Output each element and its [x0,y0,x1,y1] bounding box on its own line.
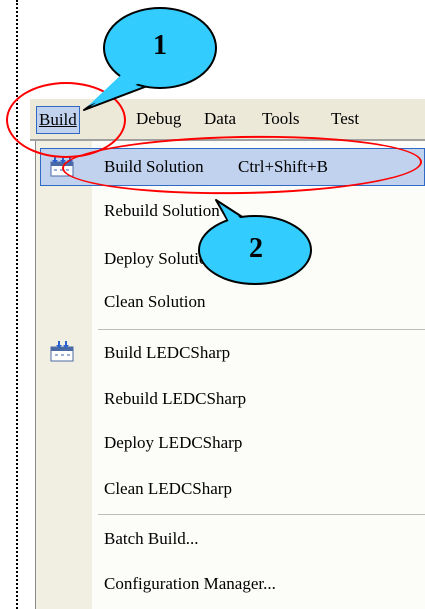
callout-bubbles [83,7,312,285]
callout-number-2: 2 [249,233,263,264]
callout-number-1: 1 [153,30,167,61]
